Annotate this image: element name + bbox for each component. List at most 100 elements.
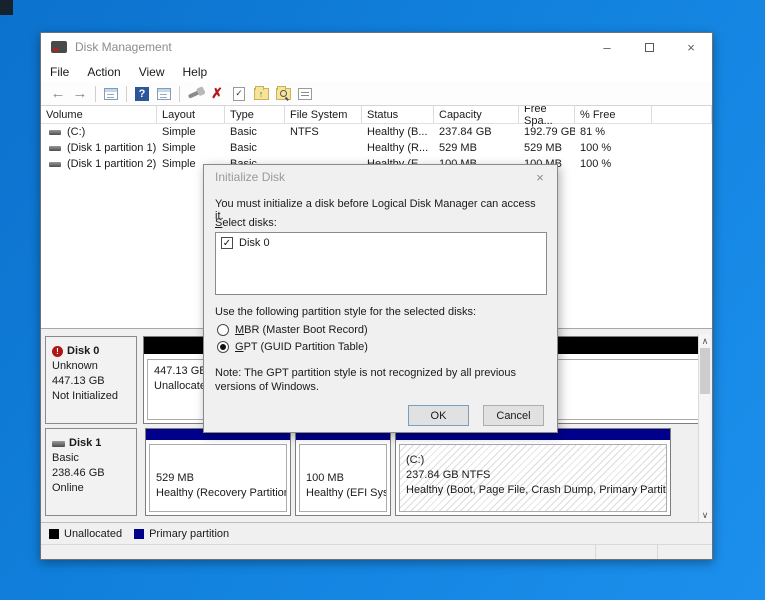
partition-efi[interactable]: 100 MB Healthy (EFI System: [295, 428, 391, 516]
disk1-type: Basic: [52, 451, 136, 466]
partition-status: Healthy (Boot, Page File, Crash Dump, Pr…: [406, 483, 666, 498]
disk0-item-label: Disk 0: [239, 237, 270, 249]
partition-c[interactable]: (C:) 237.84 GB NTFS Healthy (Boot, Page …: [395, 428, 671, 516]
maximize-button[interactable]: [628, 33, 670, 61]
scroll-up-icon[interactable]: ∧: [699, 335, 711, 347]
table-row[interactable]: (C:) Simple Basic NTFS Healthy (B... 237…: [41, 124, 712, 140]
partition-size: 237.84 GB NTFS: [406, 468, 666, 483]
cell-capacity: 529 MB: [434, 140, 519, 156]
column-header-pct-free[interactable]: % Free: [575, 106, 652, 123]
select-disks-label: Select disks:: [215, 217, 277, 229]
delete-volume-icon[interactable]: ✗: [207, 85, 227, 103]
ok-button[interactable]: OK: [408, 405, 469, 426]
status-bar: [41, 544, 712, 559]
initialize-disk-dialog: Initialize Disk × You must initialize a …: [203, 164, 558, 433]
toolbar-separator: [179, 86, 180, 102]
cell-type: Basic: [225, 124, 285, 140]
disk0-checkbox[interactable]: ✓: [221, 237, 233, 249]
cell-volume: (Disk 1 partition 1): [67, 142, 156, 154]
cell-pct-free: 81 %: [575, 124, 652, 140]
cell-free: 529 MB: [519, 140, 575, 156]
partition-style-label: Use the following partition style for th…: [215, 306, 476, 318]
column-header-layout[interactable]: Layout: [157, 106, 225, 123]
column-header-capacity[interactable]: Capacity: [434, 106, 519, 123]
column-header-file-system[interactable]: File System: [285, 106, 362, 123]
help-icon[interactable]: ?: [132, 85, 152, 103]
cell-fs: NTFS: [285, 124, 362, 140]
console-tree-icon[interactable]: [101, 85, 121, 103]
disk0-status: Not Initialized: [52, 389, 136, 404]
cell-fs: [285, 140, 362, 156]
partition-size: 100 MB: [306, 471, 386, 486]
menu-action[interactable]: Action: [78, 62, 129, 82]
menu-file[interactable]: File: [41, 62, 78, 82]
mbr-label: MBR (Master Boot Record): [235, 324, 368, 336]
back-icon[interactable]: ←: [48, 85, 68, 103]
disk0-name: Disk 0: [67, 344, 99, 359]
disk-listbox[interactable]: ✓ Disk 0: [215, 232, 547, 295]
toolbar: ← → ? ✗ ✓ ↑: [41, 82, 712, 106]
mark-active-icon[interactable]: ✓: [229, 85, 249, 103]
column-header-free-space[interactable]: Free Spa...: [519, 106, 575, 123]
cell-layout: Simple: [157, 124, 225, 140]
partition-letter: (C:): [406, 453, 666, 468]
disk-error-icon: !: [52, 346, 63, 357]
cancel-button[interactable]: Cancel: [483, 405, 544, 426]
disk-list-item[interactable]: ✓ Disk 0: [221, 237, 541, 249]
cell-pct-free: 100 %: [575, 156, 652, 172]
vertical-scrollbar[interactable]: ∧ ∨: [698, 334, 710, 522]
minimize-button[interactable]: –: [586, 33, 628, 61]
scroll-down-icon[interactable]: ∨: [699, 509, 711, 521]
volume-icon: [49, 162, 61, 167]
dialog-close-icon[interactable]: ×: [523, 165, 557, 189]
cell-free: 192.79 GB: [519, 124, 575, 140]
legend-swatch-primary: [134, 529, 144, 539]
action-wand-icon[interactable]: [185, 85, 205, 103]
mbr-radio[interactable]: [217, 324, 229, 336]
desktop-icon-fragment: [0, 0, 13, 15]
cell-layout: Simple: [157, 140, 225, 156]
dialog-title: Initialize Disk: [215, 170, 285, 184]
forward-icon[interactable]: →: [70, 85, 90, 103]
status-cell: [41, 545, 596, 559]
column-header-volume[interactable]: Volume: [41, 106, 157, 123]
menu-bar: File Action View Help: [41, 61, 712, 82]
toolbar-separator: [95, 86, 96, 102]
mbr-radio-row[interactable]: MBR (Master Boot Record): [217, 324, 368, 336]
menu-help[interactable]: Help: [174, 62, 217, 82]
gpt-note: Note: The GPT partition style is not rec…: [215, 366, 545, 394]
volume-icon: [49, 130, 61, 135]
column-header-empty[interactable]: [652, 106, 712, 123]
menu-view[interactable]: View: [130, 62, 174, 82]
cell-status: Healthy (R...: [362, 140, 434, 156]
gpt-radio-row[interactable]: GPT (GUID Partition Table): [217, 341, 368, 353]
toolbar-separator: [126, 86, 127, 102]
column-header-status[interactable]: Status: [362, 106, 434, 123]
explore-folder-icon[interactable]: [273, 85, 293, 103]
gpt-radio[interactable]: [217, 341, 229, 353]
gpt-label: GPT (GUID Partition Table): [235, 341, 368, 353]
disk-icon: [52, 441, 65, 447]
partition-recovery[interactable]: 529 MB Healthy (Recovery Partition: [145, 428, 291, 516]
partition-status: Healthy (EFI System: [306, 486, 386, 501]
table-row[interactable]: (Disk 1 partition 1) Simple Basic Health…: [41, 140, 712, 156]
disk1-size: 238.46 GB: [52, 466, 136, 481]
extend-volume-icon[interactable]: ↑: [251, 85, 271, 103]
window-title: Disk Management: [75, 40, 172, 54]
disk1-label-panel[interactable]: Disk 1 Basic 238.46 GB Online: [45, 428, 137, 516]
column-header-type[interactable]: Type: [225, 106, 285, 123]
disk0-type: Unknown: [52, 359, 136, 374]
scrollbar-thumb[interactable]: [700, 348, 710, 394]
disk0-size: 447.13 GB: [52, 374, 136, 389]
dialog-title-bar[interactable]: Initialize Disk ×: [204, 165, 557, 189]
title-bar[interactable]: Disk Management – ×: [41, 33, 712, 61]
legend-bar: Unallocated Primary partition: [41, 522, 712, 544]
snap-in-view-icon[interactable]: [154, 85, 174, 103]
legend-label-unallocated: Unallocated: [64, 528, 122, 540]
status-cell: [596, 545, 658, 559]
volume-list-header: Volume Layout Type File System Status Ca…: [41, 106, 712, 124]
properties-icon[interactable]: [295, 85, 315, 103]
close-button[interactable]: ×: [670, 33, 712, 61]
disk0-label-panel[interactable]: ! Disk 0 Unknown 447.13 GB Not Initializ…: [45, 336, 137, 424]
cell-pct-free: 100 %: [575, 140, 652, 156]
